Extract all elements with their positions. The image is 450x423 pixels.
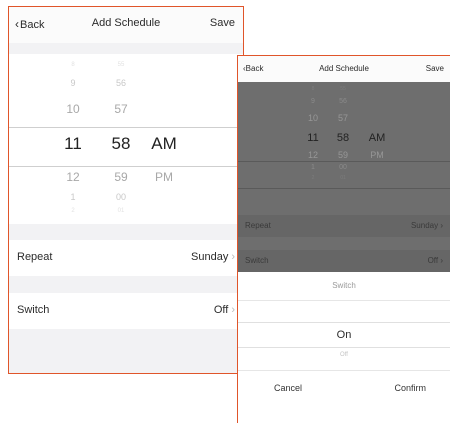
page-title: Add Schedule (319, 64, 369, 73)
minute-option-selected[interactable]: 58 (99, 134, 143, 154)
minute-option: 57 (337, 113, 348, 123)
nav-bar: ‹Back Add Schedule Save (238, 56, 450, 82)
repeat-value-text: Sunday (191, 251, 229, 263)
repeat-value: Sunday › (191, 251, 235, 263)
repeat-value: Sunday › (411, 221, 443, 230)
hour-option: 8 (311, 86, 315, 92)
hour-option-selected[interactable]: 11 (53, 134, 93, 154)
minute-option[interactable]: 01 (99, 208, 143, 214)
time-picker[interactable]: 8 9 10 11 12 1 2 55 56 57 58 59 00 01 AM… (9, 54, 243, 224)
minute-option: 01 (340, 175, 346, 181)
minute-option: 56 (339, 98, 347, 105)
chevron-right-icon: › (440, 256, 443, 265)
dimmed-overlay[interactable]: 8 9 10 11 12 1 2 55 56 57 58 59 00 01 AM… (238, 82, 450, 272)
hour-option[interactable]: 8 (53, 62, 93, 68)
chevron-right-icon: › (440, 221, 443, 230)
hour-option: 2 (311, 175, 315, 181)
repeat-label: Repeat (245, 221, 271, 230)
switch-value: Off › (428, 256, 443, 265)
repeat-value-text: Sunday (410, 221, 439, 230)
minute-option[interactable]: 55 (99, 62, 143, 68)
minute-option: 00 (339, 164, 347, 171)
hour-option[interactable]: 12 (53, 170, 93, 184)
switch-label: Switch (245, 256, 269, 265)
minute-option[interactable]: 59 (99, 170, 143, 184)
save-button[interactable]: Save (426, 64, 444, 73)
period-option-selected[interactable]: AM (147, 134, 181, 154)
hour-option: 9 (311, 98, 315, 105)
hour-option: 12 (307, 150, 318, 160)
minute-option[interactable]: 00 (99, 192, 143, 202)
divider (238, 370, 450, 371)
hour-option: 1 (311, 164, 315, 171)
chevron-right-icon: › (231, 304, 235, 316)
minute-option: 55 (340, 86, 346, 92)
minute-option: 59 (337, 150, 348, 160)
repeat-label: Repeat (17, 251, 53, 263)
page-title: Add Schedule (91, 17, 161, 29)
switch-picker-screen: ‹Back Add Schedule Save 8 9 10 11 12 1 2… (237, 55, 450, 423)
switch-label: Switch (17, 304, 50, 316)
confirm-button[interactable]: Confirm (394, 383, 426, 393)
hour-option[interactable]: 10 (53, 102, 93, 116)
period-option-selected: AM (368, 132, 386, 144)
period-option: PM (370, 150, 384, 160)
repeat-row[interactable]: Repeat Sunday › (9, 240, 243, 276)
chevron-right-icon: › (231, 251, 235, 263)
switch-option-on[interactable]: On (238, 322, 450, 348)
nav-bar: ‹Back Add Schedule Save (9, 7, 243, 43)
switch-row[interactable]: Switch Off › (9, 293, 243, 329)
switch-row: Switch Off › (238, 250, 450, 272)
minute-option[interactable]: 57 (99, 102, 143, 116)
period-option[interactable]: PM (147, 170, 181, 184)
hour-option: 10 (307, 113, 318, 123)
hour-option[interactable]: 9 (53, 78, 93, 88)
switch-action-sheet: Switch On Off Cancel Confirm (238, 272, 450, 423)
hour-option[interactable]: 2 (53, 208, 93, 214)
repeat-row: Repeat Sunday › (238, 215, 450, 237)
minute-option-selected: 58 (336, 132, 350, 144)
add-schedule-screen: ‹Back Add Schedule Save 8 9 10 11 12 1 2… (8, 6, 244, 374)
hour-option[interactable]: 1 (53, 192, 93, 202)
save-button[interactable]: Save (210, 17, 235, 29)
switch-value: Off › (214, 304, 235, 316)
sheet-title: Switch (332, 281, 356, 290)
divider (238, 300, 450, 301)
cancel-button[interactable]: Cancel (274, 383, 302, 393)
switch-value-text: Off (427, 256, 439, 265)
switch-value-text: Off (213, 304, 229, 316)
minute-option[interactable]: 56 (99, 78, 143, 88)
hour-option-selected: 11 (307, 132, 319, 144)
switch-option-off[interactable]: Off (238, 352, 450, 358)
